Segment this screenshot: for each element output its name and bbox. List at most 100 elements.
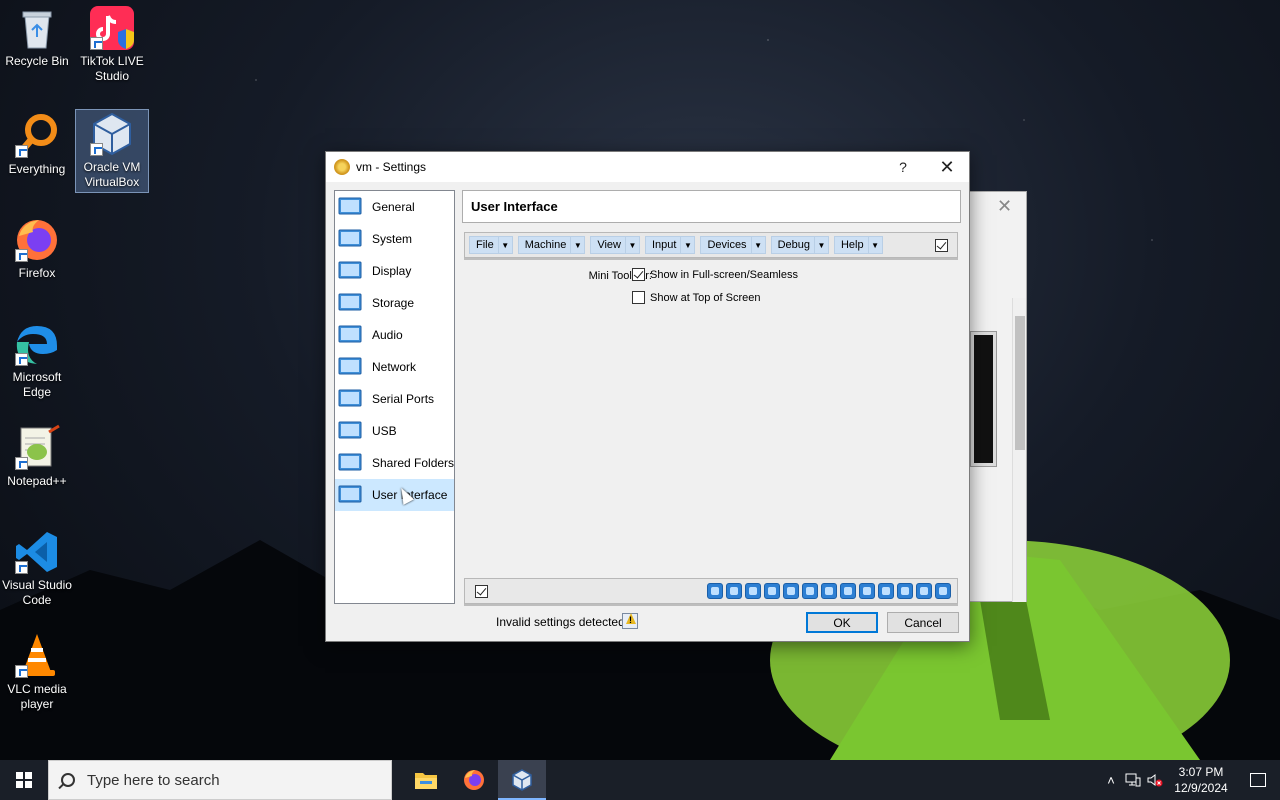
- volume-muted-icon[interactable]: [1144, 760, 1166, 800]
- menu-debug-button[interactable]: Debug ▼: [770, 236, 829, 254]
- close-icon[interactable]: ✕: [997, 196, 1012, 217]
- virtualbox-icon: [88, 110, 136, 158]
- help-button[interactable]: ?: [892, 152, 914, 182]
- display-icon: [338, 260, 362, 282]
- desktop-icon-tiktok-live-studio[interactable]: TikTok LIVE Studio: [75, 4, 149, 84]
- download-icon[interactable]: [935, 583, 951, 599]
- menu-input-button[interactable]: Input ▼: [644, 236, 696, 254]
- desktop-icon-microsoft-edge[interactable]: Microsoft Edge: [0, 320, 74, 400]
- menu-button-label: Debug: [777, 239, 810, 251]
- hard-disk-icon[interactable]: [707, 583, 723, 599]
- nav-item-display[interactable]: Display: [335, 255, 454, 287]
- scrollbar[interactable]: [1012, 298, 1026, 602]
- cpu-icon[interactable]: [916, 583, 932, 599]
- nav-item-label: General: [372, 200, 415, 214]
- show-top-option[interactable]: Show at Top of Screen: [632, 291, 760, 304]
- floppy-icon[interactable]: [745, 583, 761, 599]
- menu-machine-button[interactable]: Machine ▼: [517, 236, 586, 254]
- statusbar-editor: [464, 578, 958, 604]
- nav-item-label: Display: [372, 264, 412, 278]
- nav-item-serial-ports[interactable]: Serial Ports: [335, 383, 454, 415]
- taskbar-firefox[interactable]: [450, 760, 498, 800]
- notification-center-button[interactable]: [1236, 760, 1280, 800]
- desktop-icon-virtualbox[interactable]: Oracle VM VirtualBox: [75, 109, 149, 193]
- cancel-button[interactable]: Cancel: [887, 612, 959, 633]
- nav-item-system[interactable]: System: [335, 223, 454, 255]
- statusbar-enabled-checkbox[interactable]: [475, 585, 488, 598]
- show-top-checkbox[interactable]: [632, 291, 645, 304]
- keyboard-icon[interactable]: [897, 583, 913, 599]
- menu-button-label: Machine: [524, 239, 567, 251]
- background-window[interactable]: ✕: [960, 191, 1027, 602]
- general-icon: [338, 196, 362, 218]
- taskbar-search-box[interactable]: Type here to search: [48, 760, 392, 800]
- invalid-settings-message: Invalid settings detected: [496, 615, 625, 629]
- nav-item-network[interactable]: Network: [335, 351, 454, 383]
- dialog-titlebar[interactable]: vm - Settings ? ✕: [326, 152, 969, 182]
- chevron-down-icon[interactable]: ▼: [570, 237, 584, 253]
- desktop-icon-notepad-plus-plus[interactable]: Notepad++: [0, 424, 74, 489]
- desktop-icon-firefox[interactable]: Firefox: [0, 216, 74, 281]
- search-placeholder: Type here to search: [87, 771, 220, 789]
- chevron-down-icon[interactable]: ▼: [624, 237, 639, 253]
- display-icon[interactable]: [840, 583, 856, 599]
- nav-item-audio[interactable]: Audio: [335, 319, 454, 351]
- storage-icon: [338, 292, 362, 314]
- nav-item-label: System: [372, 232, 413, 246]
- start-button[interactable]: [0, 760, 48, 800]
- desktop-icon-everything[interactable]: Everything: [0, 112, 74, 177]
- nav-item-shared-folders[interactable]: Shared Folders: [335, 447, 454, 479]
- taskbar-virtualbox[interactable]: [498, 760, 546, 800]
- desktop-icon-vscode[interactable]: Visual Studio Code: [0, 528, 74, 608]
- user-interface-icon: [338, 484, 362, 506]
- warning-icon[interactable]: [622, 613, 638, 629]
- chevron-down-icon[interactable]: ▼: [680, 237, 694, 253]
- edge-icon: [13, 320, 61, 368]
- audio-icon: [338, 324, 362, 346]
- menubar-enabled-checkbox[interactable]: [935, 239, 948, 252]
- vlc-icon: [13, 632, 61, 680]
- menu-devices-button[interactable]: Devices ▼: [700, 236, 766, 254]
- menu-button-label: Devices: [707, 239, 747, 251]
- nav-item-usb[interactable]: USB: [335, 415, 454, 447]
- virtualbox-settings-icon: [334, 159, 350, 175]
- network-icon[interactable]: [783, 583, 799, 599]
- statusbar-icons: [704, 583, 951, 599]
- ok-button[interactable]: OK: [806, 612, 878, 633]
- mouse-integration-icon[interactable]: [878, 583, 894, 599]
- menu-file-button[interactable]: File ▼: [469, 236, 513, 254]
- clock-date: 12/9/2024: [1174, 781, 1228, 795]
- desktop-icon-vlc[interactable]: VLC media player: [0, 632, 74, 712]
- usb-icon[interactable]: [802, 583, 818, 599]
- chevron-down-icon[interactable]: ▼: [750, 237, 765, 253]
- network-icon[interactable]: [1122, 760, 1144, 800]
- nav-item-user-interface[interactable]: User Interface: [335, 479, 454, 511]
- shared-folder-icon[interactable]: [821, 583, 837, 599]
- desktop-icon-label: Visual Studio Code: [2, 578, 72, 607]
- recording-icon[interactable]: [859, 583, 875, 599]
- chevron-down-icon[interactable]: ▼: [867, 237, 882, 253]
- show-fullscreen-option[interactable]: Show in Full-screen/Seamless: [632, 268, 798, 281]
- taskbar-file-explorer[interactable]: [402, 760, 450, 800]
- scrollbar-thumb[interactable]: [1015, 316, 1025, 450]
- usb-icon: [338, 420, 362, 442]
- audio-icon[interactable]: [764, 583, 780, 599]
- nav-item-label: Storage: [372, 296, 415, 310]
- chevron-up-icon[interactable]: ˄: [1100, 760, 1122, 800]
- nav-item-general[interactable]: General: [335, 191, 454, 223]
- chevron-down-icon[interactable]: ▼: [813, 237, 828, 253]
- chevron-down-icon[interactable]: ▼: [497, 237, 512, 253]
- taskbar-clock[interactable]: 3:07 PM 12/9/2024: [1166, 764, 1236, 796]
- settings-nav: General System Display Storage Audio Network S…: [334, 190, 455, 604]
- windows-logo-icon: [16, 772, 32, 788]
- desktop-icon-recycle-bin[interactable]: Recycle Bin: [0, 4, 74, 69]
- dialog-title: vm - Settings: [356, 160, 427, 174]
- menu-help-button[interactable]: Help ▼: [833, 236, 883, 254]
- close-button[interactable]: ✕: [934, 152, 960, 182]
- show-fullscreen-checkbox[interactable]: [632, 268, 645, 281]
- nav-item-storage[interactable]: Storage: [335, 287, 454, 319]
- menu-view-button[interactable]: View ▼: [590, 236, 640, 254]
- tiktok-live-studio-icon: [88, 4, 136, 52]
- everything-search-icon: [13, 112, 61, 160]
- optical-drive-icon[interactable]: [726, 583, 742, 599]
